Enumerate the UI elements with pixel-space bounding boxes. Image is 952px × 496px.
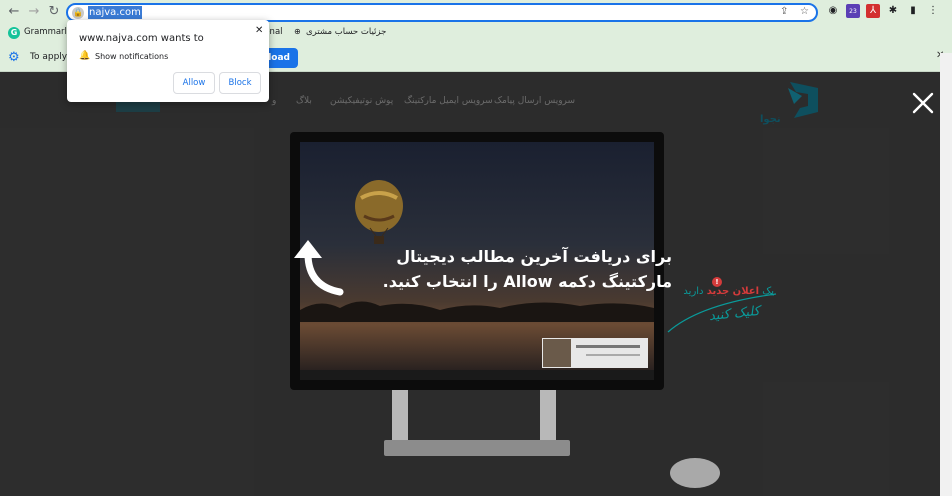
trees-silhouette [300, 301, 654, 322]
scrollbar[interactable] [940, 53, 952, 496]
promo-word: یک [762, 286, 774, 297]
extension-badge-icon[interactable]: 23 [846, 4, 860, 18]
overlay-headline: برای دریافت آخرین مطالب دیجیتال مارکتینگ… [360, 244, 672, 294]
hot-air-balloon-icon [355, 180, 403, 244]
address-url[interactable]: najva.com [88, 6, 142, 19]
notification-line [586, 354, 640, 356]
side-panel-icon[interactable]: ▮ [906, 4, 920, 18]
popup-permission-text: Show notifications [95, 52, 169, 61]
notification-line [576, 345, 640, 348]
arrow-up-icon [294, 240, 344, 296]
promo-text: یک اعلان جدید دارید [670, 286, 774, 297]
bell-icon: 🔔 [79, 51, 91, 61]
popup-title: www.najva.com wants to [79, 33, 204, 44]
notification-preview-card [542, 338, 648, 368]
promo-highlight: اعلان جدید [706, 286, 760, 297]
promo-word: دارید [683, 286, 704, 297]
menu-dots-icon[interactable]: ⋮ [926, 4, 940, 18]
notification-thumbnail [543, 339, 571, 367]
web-page: نجوا سرویس ارسال پیامک سرویس ایمیل مارکت… [0, 72, 940, 496]
headline-line: مارکتینگ دکمه Allow را انتخاب کنید. [382, 272, 672, 291]
bookmark-customer-account[interactable]: جزئیات حساب مشتری [306, 27, 386, 37]
headline-line: برای دریافت آخرین مطالب دیجیتال [396, 247, 672, 266]
bookmark-favicon-icon: ⊕ [294, 27, 301, 36]
extensions-puzzle-icon[interactable]: ✱ [886, 4, 900, 18]
popup-close-icon[interactable]: ✕ [255, 25, 263, 36]
grammarly-icon[interactable]: G [8, 27, 20, 39]
monitor-taskbar [300, 370, 654, 380]
mouse-illustration [670, 458, 720, 488]
lock-icon[interactable]: 🔒 [72, 7, 84, 19]
gear-icon: ⚙ [8, 50, 20, 65]
extension-badge-count: 23 [849, 8, 857, 15]
back-icon[interactable]: ← [6, 4, 22, 20]
forward-icon[interactable]: → [26, 4, 42, 20]
block-button[interactable]: Block [219, 72, 261, 94]
notification-permission-popup: www.najva.com wants to ✕ 🔔 Show notifica… [67, 20, 269, 102]
extension-shield-icon[interactable]: ◉ [826, 4, 840, 18]
allow-button[interactable]: Allow [173, 72, 215, 94]
monitor-stand [540, 390, 556, 444]
monitor-base [384, 440, 570, 456]
close-icon[interactable] [910, 90, 936, 116]
monitor-stand [392, 390, 408, 444]
pdf-extension-icon[interactable]: ⅄ [866, 4, 880, 18]
share-icon[interactable]: ⇪ [780, 6, 788, 17]
reload-icon[interactable]: ↻ [46, 4, 62, 20]
bookmark-star-icon[interactable]: ☆ [800, 6, 809, 17]
